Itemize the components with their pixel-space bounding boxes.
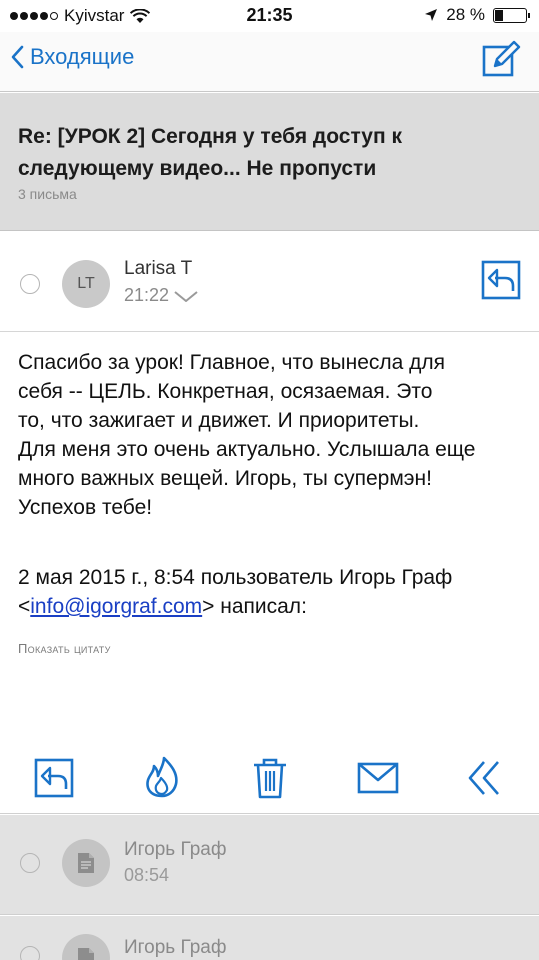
compose-icon[interactable] xyxy=(481,40,521,80)
avatar xyxy=(62,934,110,960)
location-arrow-icon xyxy=(425,9,438,21)
message-body: Спасибо за урок! Главное, что вынесла дл… xyxy=(18,348,523,522)
quote-line: 2 мая 2015 г., 8:54 пользователь Игорь Г… xyxy=(18,566,453,589)
body-line: Успехов тебе! xyxy=(18,496,153,519)
avatar: LT xyxy=(62,260,110,308)
message-time: 21:22 xyxy=(124,285,170,305)
bracket-open: < xyxy=(18,595,31,618)
thread-subject-area: Re: [УРОК 2] Сегодня у тебя доступ к сле… xyxy=(0,93,539,231)
quote-intro: 2 мая 2015 г., 8:54 пользователь Игорь Г… xyxy=(18,563,523,621)
envelope-icon[interactable] xyxy=(356,756,400,800)
thread-time: 08:54 xyxy=(124,865,170,885)
status-right-group: 28 % xyxy=(424,5,530,25)
subject-line: Re: [УРОК 2] Сегодня у тебя доступ к xyxy=(18,125,402,148)
thread-item[interactable]: Игорь Граф 08:54 xyxy=(0,815,539,915)
select-circle[interactable] xyxy=(20,274,40,294)
status-bar: Kyivstar 21:35 28 % xyxy=(0,0,539,32)
battery-icon xyxy=(493,7,530,23)
thread-item[interactable]: Игорь Граф xyxy=(0,916,539,960)
avatar xyxy=(62,839,110,887)
body-line: Спасибо за урок! Главное, что вынесла дл… xyxy=(18,351,446,374)
select-circle[interactable] xyxy=(20,853,40,873)
select-circle[interactable] xyxy=(20,946,40,960)
avatar-initials: LT xyxy=(77,275,95,292)
back-label: Входящие xyxy=(30,44,135,69)
trash-icon[interactable] xyxy=(248,756,292,800)
message-header[interactable]: LT Larisa T 21:22 xyxy=(0,232,539,332)
document-icon xyxy=(78,853,94,873)
flame-icon[interactable] xyxy=(140,756,184,800)
body-line: себя -- ЦЕЛЬ. Конкретная, осязаемая. Это xyxy=(18,380,433,403)
thread-subject: Re: [УРОК 2] Сегодня у тебя доступ к сле… xyxy=(18,121,518,185)
message-toolbar xyxy=(0,742,539,814)
email-link[interactable]: info@igorgraf.com xyxy=(30,595,202,618)
subject-line: следующему видео... Не пропусти xyxy=(18,157,377,180)
show-quote-button[interactable]: Показать цитату xyxy=(18,641,111,656)
message-count: 3 письма xyxy=(18,186,77,202)
body-line: много важных вещей. Игорь, ты супермэн! xyxy=(18,467,432,490)
chevron-down-icon xyxy=(174,290,198,302)
reply-icon[interactable] xyxy=(481,260,521,300)
body-line: то, что зажигает и движет. И приоритеты. xyxy=(18,409,420,432)
reply-icon[interactable] xyxy=(32,756,76,800)
body-line: Для меня это очень актуально. Услышала е… xyxy=(18,438,476,461)
back-button[interactable]: Входящие xyxy=(10,44,134,70)
quote-line-2: <info@igorgraf.com> написал: xyxy=(18,592,523,621)
thread-sender: Игорь Граф xyxy=(124,839,227,860)
chevron-left-icon xyxy=(11,45,24,69)
document-icon xyxy=(78,948,94,960)
sender-name: Larisa T xyxy=(124,258,193,279)
thread-sender: Игорь Граф xyxy=(124,937,227,958)
nav-bar: Входящие xyxy=(0,32,539,92)
quote-suffix: > написал: xyxy=(202,595,307,618)
details-toggle[interactable]: 21:22 xyxy=(124,285,199,306)
double-chevron-left-icon[interactable] xyxy=(464,756,508,800)
battery-percent: 28 % xyxy=(446,5,485,24)
